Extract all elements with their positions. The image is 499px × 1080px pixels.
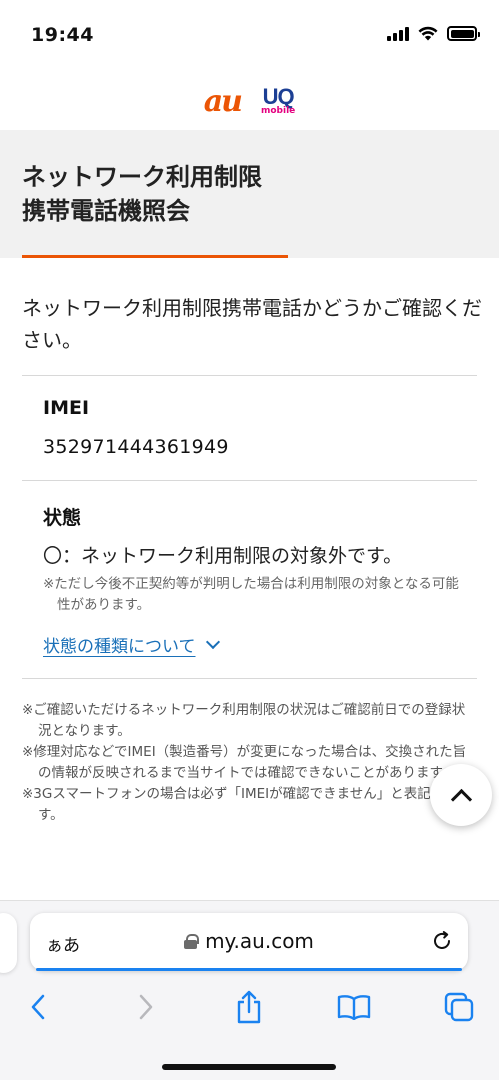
divider — [22, 480, 477, 481]
battery-icon — [447, 26, 480, 41]
scroll-to-top-button[interactable] — [430, 764, 492, 826]
state-types-link-text[interactable]: 状態の種類について — [43, 632, 196, 657]
browser-toolbar — [0, 981, 499, 1031]
url-text: my.au.com — [205, 929, 314, 953]
chevron-up-icon — [450, 788, 472, 810]
browser-bottom-bar: ぁあ my.au.com — [0, 900, 499, 1080]
note-item: ※3Gスマートフォンの場合は必ず「IMEIが確認できません」と表記されます。 — [22, 786, 472, 823]
tabs-icon — [444, 992, 474, 1022]
imei-label: IMEI — [43, 397, 90, 419]
page-load-progress — [36, 968, 462, 971]
forward-button[interactable] — [128, 989, 164, 1025]
title-underline — [22, 255, 288, 258]
url-display[interactable]: my.au.com — [30, 929, 468, 953]
chevron-left-icon — [31, 994, 45, 1020]
status-time: 19:44 — [31, 24, 94, 46]
tabs-button[interactable] — [441, 989, 477, 1025]
cellular-signal-icon — [387, 26, 409, 41]
note-item: ※修理対応などでIMEI（製造番号）が変更になった場合は、交換された旨の情報が反… — [22, 744, 467, 781]
brand-logos: au UQ mobile — [0, 72, 499, 130]
divider — [22, 375, 477, 376]
status-icons — [387, 26, 480, 41]
imei-value: 352971444361949 — [43, 436, 229, 458]
status-bar: 19:44 — [0, 0, 499, 72]
notes: ※ご確認いただけるネットワーク利用制限の状況はご確認前日での登録状況となります。… — [22, 700, 477, 826]
title-band: ネットワーク利用制限 携帯電話機照会 — [0, 130, 499, 258]
address-bar[interactable]: ぁあ my.au.com — [30, 913, 468, 971]
lock-icon — [184, 933, 200, 949]
chevron-right-icon — [139, 994, 153, 1020]
wifi-icon — [418, 26, 438, 41]
back-button[interactable] — [20, 989, 56, 1025]
bookmarks-button[interactable] — [336, 989, 372, 1025]
divider — [22, 678, 477, 679]
state-note: ※ただし今後不正契約等が判明した場合は利用制限の対象となる可能性があります。 — [43, 576, 459, 613]
state-value: 〇：ネットワーク利用制限の対象外です。 — [43, 545, 403, 567]
book-icon — [337, 995, 371, 1020]
share-icon — [237, 990, 261, 1024]
state-label: 状態 — [43, 507, 82, 529]
previous-tab-peek[interactable] — [0, 913, 17, 973]
chevron-down-icon[interactable] — [205, 634, 220, 650]
au-logo[interactable]: au — [204, 84, 243, 119]
share-button[interactable] — [231, 989, 267, 1025]
intro-text: ネットワーク利用制限携帯電話かどうかご確認ください。 — [22, 296, 482, 352]
state-types-link[interactable]: 状態の種類について — [43, 632, 220, 657]
home-indicator — [162, 1064, 336, 1070]
page-title: ネットワーク利用制限 携帯電話機照会 — [22, 163, 262, 225]
reload-icon[interactable] — [430, 929, 454, 953]
note-item: ※ご確認いただけるネットワーク利用制限の状況はご確認前日での登録状況となります。 — [22, 702, 466, 739]
uq-mobile-logo[interactable]: UQ mobile — [261, 86, 295, 116]
